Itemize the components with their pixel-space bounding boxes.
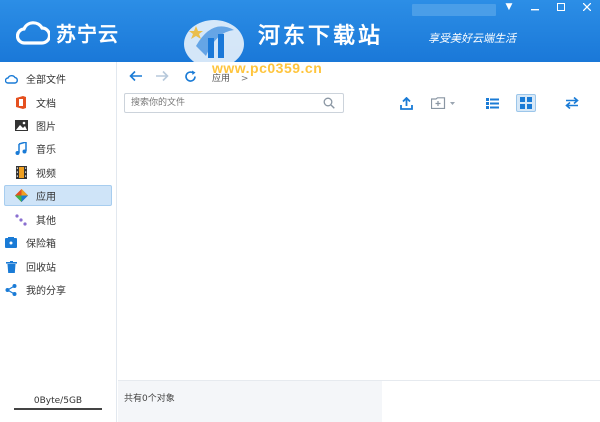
dots-icon xyxy=(14,213,28,227)
sidebar-item-safe[interactable]: 保险箱 xyxy=(4,232,112,253)
sidebar-item-my-shares[interactable]: 我的分享 xyxy=(4,279,112,300)
minimize-icon[interactable] xyxy=(524,0,546,14)
forward-icon[interactable] xyxy=(154,68,170,84)
watermark-slogan: 享受美好云端生活 xyxy=(428,32,516,45)
music-note-icon xyxy=(14,142,28,156)
cloud-logo-icon xyxy=(16,20,50,45)
sidebar-item-apps[interactable]: 应用 xyxy=(4,185,112,206)
app-logo: 苏宁云 xyxy=(16,18,119,47)
app-grid-icon xyxy=(14,189,28,203)
sidebar-item-label: 视频 xyxy=(36,169,56,180)
transfer-button[interactable] xyxy=(562,94,582,112)
search-icon[interactable] xyxy=(323,97,335,112)
cloud-icon xyxy=(4,72,18,86)
sidebar-item-label: 图片 xyxy=(36,122,56,133)
sidebar-item-label: 文档 xyxy=(36,99,56,110)
new-folder-button[interactable] xyxy=(428,94,460,112)
office-doc-icon xyxy=(14,96,28,110)
search-input[interactable] xyxy=(125,94,315,112)
dropdown-menu-icon[interactable]: ▼ xyxy=(498,0,520,14)
status-bar-blank xyxy=(382,381,600,422)
close-icon[interactable] xyxy=(576,0,598,14)
toolbar xyxy=(118,90,600,116)
upload-icon xyxy=(399,96,413,110)
navigation-bar: 应用 > xyxy=(118,62,600,90)
watermark-url: www.pc0359.cn xyxy=(212,60,323,76)
transfer-icon xyxy=(565,97,579,109)
sidebar-item-label: 应用 xyxy=(36,192,56,203)
grid-view-icon xyxy=(520,97,532,109)
sidebar-item-label: 音乐 xyxy=(36,145,56,156)
file-content-area[interactable] xyxy=(118,118,600,380)
image-icon xyxy=(14,119,28,133)
sidebar-item-all-files[interactable]: 全部文件 xyxy=(4,68,112,89)
trash-icon xyxy=(4,260,18,274)
share-icon xyxy=(4,283,18,297)
list-view-icon xyxy=(485,97,499,109)
safe-icon xyxy=(4,236,18,250)
sidebar-item-documents[interactable]: 文档 xyxy=(14,92,112,113)
list-view-button[interactable] xyxy=(482,94,502,112)
film-icon xyxy=(14,166,28,180)
back-icon[interactable] xyxy=(128,68,144,84)
sidebar-item-label: 回收站 xyxy=(26,263,56,274)
sidebar-item-label: 我的分享 xyxy=(26,286,66,297)
watermark-title: 河东下载站 xyxy=(258,24,384,49)
account-box[interactable] xyxy=(412,4,496,16)
upload-button[interactable] xyxy=(396,94,416,112)
sidebar-item-label: 全部文件 xyxy=(26,75,66,86)
sidebar-item-others[interactable]: 其他 xyxy=(14,209,112,230)
sidebar-item-recycle-bin[interactable]: 回收站 xyxy=(4,256,112,277)
status-bar: 共有0个对象 xyxy=(118,380,600,422)
sidebar-item-label: 保险箱 xyxy=(26,239,56,250)
new-folder-icon xyxy=(431,97,455,109)
sidebar-item-images[interactable]: 图片 xyxy=(14,115,112,136)
sidebar-item-label: 其他 xyxy=(36,216,56,227)
object-count: 共有0个对象 xyxy=(124,394,175,404)
search-box xyxy=(124,93,344,113)
grid-view-button[interactable] xyxy=(516,94,536,112)
sidebar-item-music[interactable]: 音乐 xyxy=(14,138,112,159)
sidebar: 全部文件 文档 图片 音乐 视频 应用 其他 保险箱 回收站 我的分享 0Byt… xyxy=(0,62,117,422)
sidebar-item-videos[interactable]: 视频 xyxy=(14,162,112,183)
maximize-icon[interactable] xyxy=(550,0,572,14)
title-bar: 苏宁云 河东下载站 享受美好云端生活 ▼ xyxy=(0,0,600,68)
app-name: 苏宁云 xyxy=(56,22,119,46)
main-panel: 应用 > 共有0个对象 xyxy=(118,62,600,422)
refresh-icon[interactable] xyxy=(182,68,198,84)
storage-usage: 0Byte/5GB xyxy=(14,392,102,410)
